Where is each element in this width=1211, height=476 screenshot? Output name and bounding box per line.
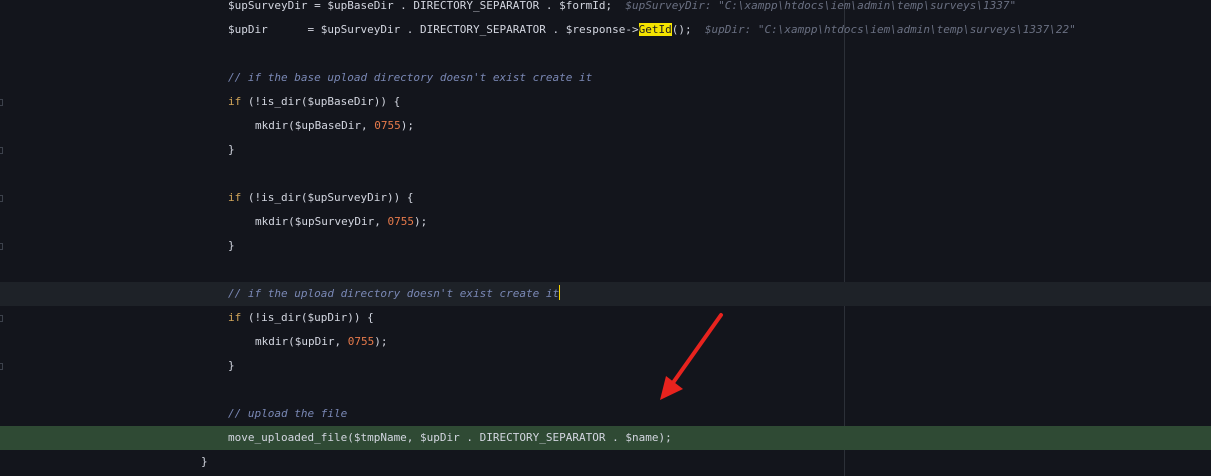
text-caret — [559, 285, 561, 300]
fold-marker-icon[interactable] — [0, 195, 3, 202]
code-token: (); — [671, 23, 692, 36]
debug-value-hint: $upDir: "C:\xampp\htdocs\iem\admin\temp\… — [691, 23, 1076, 36]
execution-line[interactable]: move_uploaded_file($tmpName, $upDir . DI… — [0, 426, 1211, 450]
code-line[interactable]: mkdir($upDir, 0755); — [0, 330, 1211, 354]
code-line[interactable] — [0, 378, 1211, 402]
comment-token: // if the base upload directory doesn't … — [228, 71, 593, 84]
keyword-token: if — [228, 191, 242, 204]
code-text: $upSurveyDir = $upBaseDir . DIRECTORY_SE… — [228, 0, 1016, 18]
highlighted-token: GetId — [638, 23, 672, 36]
code-text: $upDir = $upSurveyDir . DIRECTORY_SEPARA… — [228, 18, 1076, 42]
code-token: ); — [400, 119, 414, 132]
code-text: } — [201, 450, 208, 474]
code-token: mkdir($upSurveyDir, — [255, 215, 388, 228]
code-text: if (!is_dir($upBaseDir)) { — [228, 90, 400, 114]
fold-marker-icon[interactable] — [0, 243, 3, 250]
keyword-token: if — [228, 311, 242, 324]
code-line[interactable] — [0, 258, 1211, 282]
code-text: if (!is_dir($upDir)) { — [228, 306, 374, 330]
code-token: ); — [413, 215, 428, 228]
code-text: // if the base upload directory doesn't … — [228, 66, 592, 90]
comment-token: // if the upload directory doesn't exist… — [228, 287, 560, 300]
code-token: mkdir($upDir, — [255, 335, 348, 348]
code-line[interactable]: $upSurveyDir = $upBaseDir . DIRECTORY_SE… — [0, 0, 1211, 18]
code-line[interactable] — [0, 162, 1211, 186]
code-line[interactable]: mkdir($upBaseDir, 0755); — [0, 114, 1211, 138]
fold-marker-icon[interactable] — [0, 99, 3, 106]
code-token: mkdir($upBaseDir, — [255, 119, 375, 132]
code-token: (!is_dir($upDir)) { — [241, 311, 374, 324]
fold-marker-icon[interactable] — [0, 147, 3, 154]
code-text: mkdir($upSurveyDir, 0755); — [255, 210, 427, 234]
code-text: } — [228, 354, 235, 378]
debug-value-hint: $upSurveyDir: "C:\xampp\htdocs\iem\admin… — [612, 0, 1017, 12]
fold-marker-icon[interactable] — [0, 315, 3, 322]
number-token: 0755 — [387, 215, 414, 228]
code-token: (!is_dir($upSurveyDir)) { — [241, 191, 414, 204]
code-line[interactable]: // upload the file — [0, 402, 1211, 426]
code-text: // if the upload directory doesn't exist… — [228, 282, 561, 306]
current-line[interactable]: // if the upload directory doesn't exist… — [0, 282, 1211, 306]
code-editor[interactable]: $upSurveyDir = $upBaseDir . DIRECTORY_SE… — [0, 0, 1211, 476]
code-token: } — [228, 359, 235, 372]
code-text: // upload the file — [228, 402, 347, 426]
code-text: move_uploaded_file($tmpName, $upDir . DI… — [228, 426, 672, 450]
code-token: $upSurveyDir = $upBaseDir . DIRECTORY_SE… — [228, 0, 613, 12]
code-token: (!is_dir($upBaseDir)) { — [241, 95, 401, 108]
code-line[interactable]: } — [0, 354, 1211, 378]
code-text: } — [228, 234, 235, 258]
number-token: 0755 — [374, 119, 401, 132]
comment-token: // upload the file — [228, 407, 348, 420]
code-token: $upDir = $upSurveyDir . DIRECTORY_SEPARA… — [228, 23, 639, 36]
code-line[interactable]: } — [0, 234, 1211, 258]
code-line[interactable]: $upDir = $upSurveyDir . DIRECTORY_SEPARA… — [0, 18, 1211, 42]
code-text: mkdir($upBaseDir, 0755); — [255, 114, 414, 138]
code-text: if (!is_dir($upSurveyDir)) { — [228, 186, 413, 210]
code-text: mkdir($upDir, 0755); — [255, 330, 387, 354]
code-token: } — [228, 239, 235, 252]
code-line[interactable]: mkdir($upSurveyDir, 0755); — [0, 210, 1211, 234]
code-line[interactable]: if (!is_dir($upBaseDir)) { — [0, 90, 1211, 114]
code-line[interactable]: } — [0, 450, 1211, 474]
code-token: } — [228, 143, 235, 156]
code-token: } — [201, 455, 208, 468]
keyword-token: if — [228, 95, 242, 108]
fold-marker-icon[interactable] — [0, 363, 3, 370]
code-token: move_uploaded_file($tmpName, $upDir . DI… — [228, 431, 672, 444]
code-text: } — [228, 138, 235, 162]
code-line[interactable]: if (!is_dir($upSurveyDir)) { — [0, 186, 1211, 210]
code-line[interactable]: if (!is_dir($upDir)) { — [0, 306, 1211, 330]
code-line[interactable] — [0, 42, 1211, 66]
code-line[interactable]: // if the base upload directory doesn't … — [0, 66, 1211, 90]
code-token: ); — [374, 335, 388, 348]
code-line[interactable]: } — [0, 138, 1211, 162]
number-token: 0755 — [347, 335, 375, 348]
